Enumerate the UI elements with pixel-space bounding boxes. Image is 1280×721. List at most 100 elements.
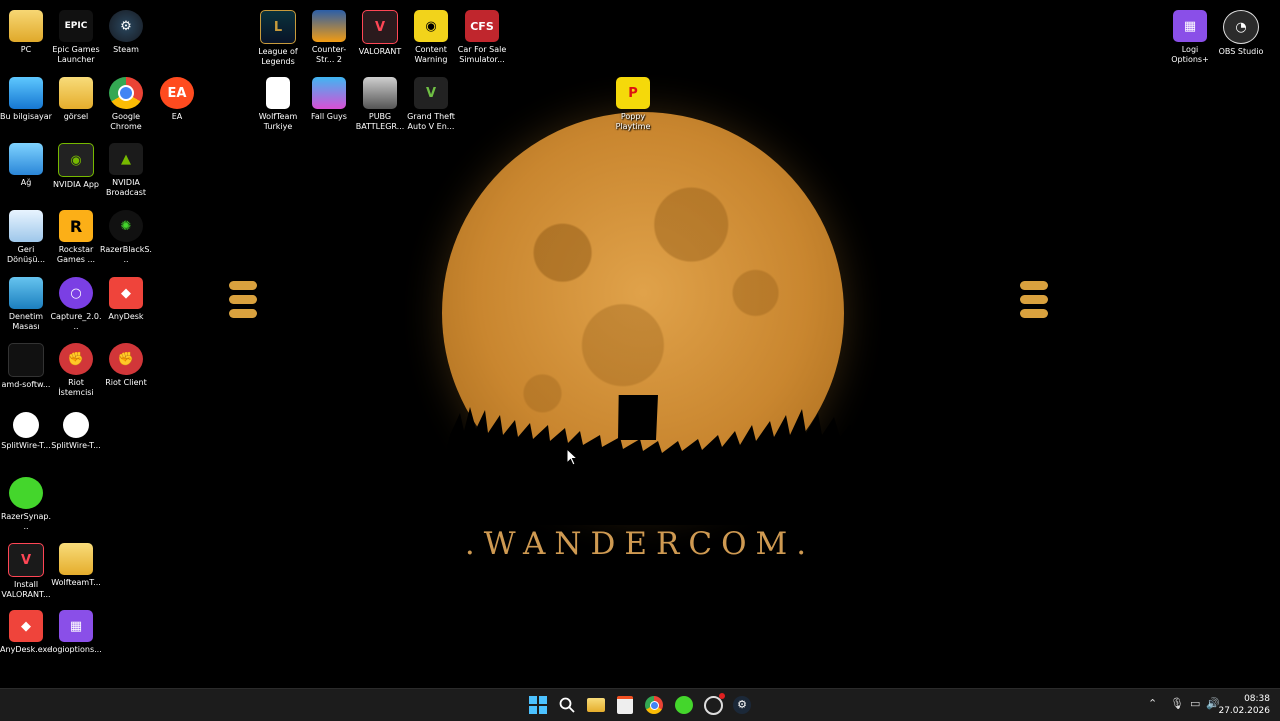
icon-label: VALORANT bbox=[358, 47, 402, 56]
poppy-playtime-icon: P bbox=[616, 77, 650, 109]
taskbar-clock[interactable]: 08:38 27.02.2026 bbox=[1210, 693, 1270, 717]
recycle-bin-icon bbox=[9, 210, 43, 242]
icon-label: Grand Theft Auto V En... bbox=[407, 112, 455, 131]
valorant-icon: V bbox=[8, 543, 44, 577]
obs-icon: ◔ bbox=[1223, 10, 1259, 44]
riot-icon: ✊ bbox=[109, 343, 143, 375]
desktop-icon-geri-donusum[interactable]: Geri Dönüşü... bbox=[0, 204, 52, 268]
desktop-icon-riot-client[interactable]: ✊ Riot Client bbox=[100, 337, 152, 401]
amd-icon bbox=[8, 343, 44, 377]
desktop-icon-razer-blackshark[interactable]: ✺ RazerBlackS... bbox=[100, 204, 152, 268]
desktop-icon-capture[interactable]: ○ Capture_2.0... bbox=[50, 271, 102, 335]
desktop-icon-logi-options[interactable]: ▦ Logi Options+ bbox=[1164, 4, 1216, 68]
taskbar-search-button[interactable] bbox=[555, 693, 579, 717]
desktop-icon-wolfteam[interactable]: WolfTeam Turkiye bbox=[252, 71, 304, 135]
desktop-icon-logioptions[interactable]: ▦ logioptions... bbox=[50, 604, 102, 668]
icon-label: Logi Options+ bbox=[1171, 45, 1209, 64]
taskbar-steam[interactable]: ⚙ bbox=[730, 693, 754, 717]
desktop-icon-gorsel[interactable]: görsel bbox=[50, 71, 102, 135]
razer-icon: ✺ bbox=[109, 210, 143, 242]
chrome-icon bbox=[645, 696, 663, 714]
desktop-icon-splitwire-1[interactable]: SplitWire-T... bbox=[0, 404, 52, 468]
valorant-icon: V bbox=[362, 10, 398, 44]
razer-icon bbox=[9, 477, 43, 509]
icon-label: SplitWire-T... bbox=[1, 441, 51, 450]
desktop-icon-counter-strike[interactable]: Counter-Str... 2 bbox=[303, 4, 355, 68]
desktop-icon-bu-bilgisayar[interactable]: Bu bilgisayar bbox=[0, 71, 52, 135]
icon-label: amd-softw... bbox=[1, 380, 51, 389]
taskbar-chrome[interactable] bbox=[642, 693, 666, 717]
desktop-icon-ea[interactable]: EA EA bbox=[151, 71, 203, 135]
desktop-icon-install-valorant[interactable]: V Install VALORANT... bbox=[0, 537, 52, 601]
icon-label: OBS Studio bbox=[1218, 47, 1264, 56]
desktop-icon-google-chrome[interactable]: Google Chrome bbox=[100, 71, 152, 135]
taskbar-microsoft-store[interactable] bbox=[613, 693, 637, 717]
desktop-icon-anydesk[interactable]: ◆ AnyDesk bbox=[100, 271, 152, 335]
counter-strike-icon bbox=[312, 10, 346, 42]
samurai-silhouette bbox=[430, 395, 860, 525]
epic-games-icon: EPIC bbox=[59, 10, 93, 42]
microphone-icon[interactable]: 🎙 bbox=[1170, 697, 1184, 710]
steam-icon: ⚙ bbox=[109, 10, 143, 42]
desktop-icon-rockstar[interactable]: R Rockstar Games ... bbox=[50, 204, 102, 268]
control-panel-icon bbox=[9, 277, 43, 309]
windows-logo-icon bbox=[529, 696, 547, 714]
icon-label: SplitWire-T... bbox=[51, 441, 101, 450]
steam-icon: ⚙ bbox=[733, 696, 751, 714]
icon-label: AnyDesk bbox=[108, 312, 144, 321]
desktop-icon-nvidia-app[interactable]: ◉ NVIDIA App bbox=[50, 137, 102, 201]
desktop-icon-riot-istemcisi[interactable]: ✊ Riot İstemcisi bbox=[50, 337, 102, 401]
desktop-icon-pubg[interactable]: PUBG BATTLEGR... bbox=[354, 71, 406, 135]
desktop-icon-anydesk-exe[interactable]: ◆ AnyDesk.exe bbox=[0, 604, 52, 668]
desktop-icon-poppy-playtime[interactable]: P Poppy Playtime bbox=[607, 71, 659, 135]
icon-label: logioptions... bbox=[50, 645, 102, 654]
show-hidden-icons-chevron-icon[interactable]: ⌃ bbox=[1148, 697, 1157, 710]
content-warning-icon: ◉ bbox=[414, 10, 448, 42]
network-icon[interactable]: ▭ bbox=[1190, 697, 1200, 710]
desktop-icon-nvidia-broadcast[interactable]: ▲ NVIDIA Broadcast bbox=[100, 137, 152, 201]
start-button[interactable] bbox=[526, 693, 550, 717]
desktop[interactable]: .WANDERCOM. PC Bu bilgisayar Ağ Geri Dön… bbox=[0, 0, 1280, 688]
desktop-icon-epic-games[interactable]: EPIC Epic Games Launcher bbox=[50, 4, 102, 68]
taskbar-file-explorer[interactable] bbox=[584, 693, 608, 717]
desktop-icon-ag[interactable]: Ağ bbox=[0, 137, 52, 201]
desktop-icon-fall-guys[interactable]: Fall Guys bbox=[303, 71, 355, 135]
desktop-icon-amd-software[interactable]: amd-softw... bbox=[0, 337, 52, 401]
desktop-icon-pc[interactable]: PC bbox=[0, 4, 52, 68]
icon-label: Content Warning bbox=[414, 45, 448, 64]
folder-icon bbox=[9, 10, 43, 42]
icon-label: RazerSynap... bbox=[0, 512, 52, 531]
desktop-icon-gta-v[interactable]: V Grand Theft Auto V En... bbox=[405, 71, 457, 135]
desktop-icon-wolfteam-folder[interactable]: WolfteamT... bbox=[50, 537, 102, 601]
icon-label: Epic Games Launcher bbox=[52, 45, 100, 64]
razer-icon bbox=[675, 696, 693, 714]
wallpaper-decoration-right bbox=[1020, 281, 1048, 323]
desktop-icon-razer-synapse[interactable]: RazerSynap... bbox=[0, 471, 52, 535]
nvidia-broadcast-icon: ▲ bbox=[109, 143, 143, 175]
anydesk-icon: ◆ bbox=[109, 277, 143, 309]
taskbar-splitwire[interactable] bbox=[701, 692, 725, 717]
network-icon bbox=[9, 143, 43, 175]
icon-label: Riot Client bbox=[105, 378, 147, 387]
icon-label: AnyDesk.exe bbox=[0, 645, 52, 654]
desktop-icon-denetim-masasi[interactable]: Denetim Masası bbox=[0, 271, 52, 335]
desktop-icon-league-of-legends[interactable]: L League of Legends bbox=[252, 4, 304, 68]
desktop-icon-car-for-sale[interactable]: CFS Car For Sale Simulator... bbox=[456, 4, 508, 68]
desktop-icon-steam[interactable]: ⚙ Steam bbox=[100, 4, 152, 68]
gta-icon: V bbox=[414, 77, 448, 109]
icon-label: Denetim Masası bbox=[8, 312, 44, 331]
icon-label: Car For Sale Simulator... bbox=[457, 45, 507, 64]
desktop-icon-content-warning[interactable]: ◉ Content Warning bbox=[405, 4, 457, 68]
icon-label: PUBG BATTLEGR... bbox=[355, 112, 405, 131]
icon-label: RazerBlackS... bbox=[100, 245, 152, 264]
icon-label: Steam bbox=[113, 45, 139, 54]
splitwire-icon bbox=[703, 692, 725, 715]
desktop-icon-valorant[interactable]: V VALORANT bbox=[354, 4, 406, 68]
icon-label: Capture_2.0... bbox=[50, 312, 102, 331]
icon-label: League of Legends bbox=[258, 47, 298, 66]
wallpaper-wordmark: .WANDERCOM. bbox=[464, 526, 816, 562]
taskbar-razer[interactable] bbox=[672, 693, 696, 717]
desktop-icon-obs-studio[interactable]: ◔ OBS Studio bbox=[1215, 4, 1267, 68]
splitwire-icon bbox=[13, 412, 39, 438]
desktop-icon-splitwire-2[interactable]: SplitWire-T... bbox=[50, 404, 102, 468]
